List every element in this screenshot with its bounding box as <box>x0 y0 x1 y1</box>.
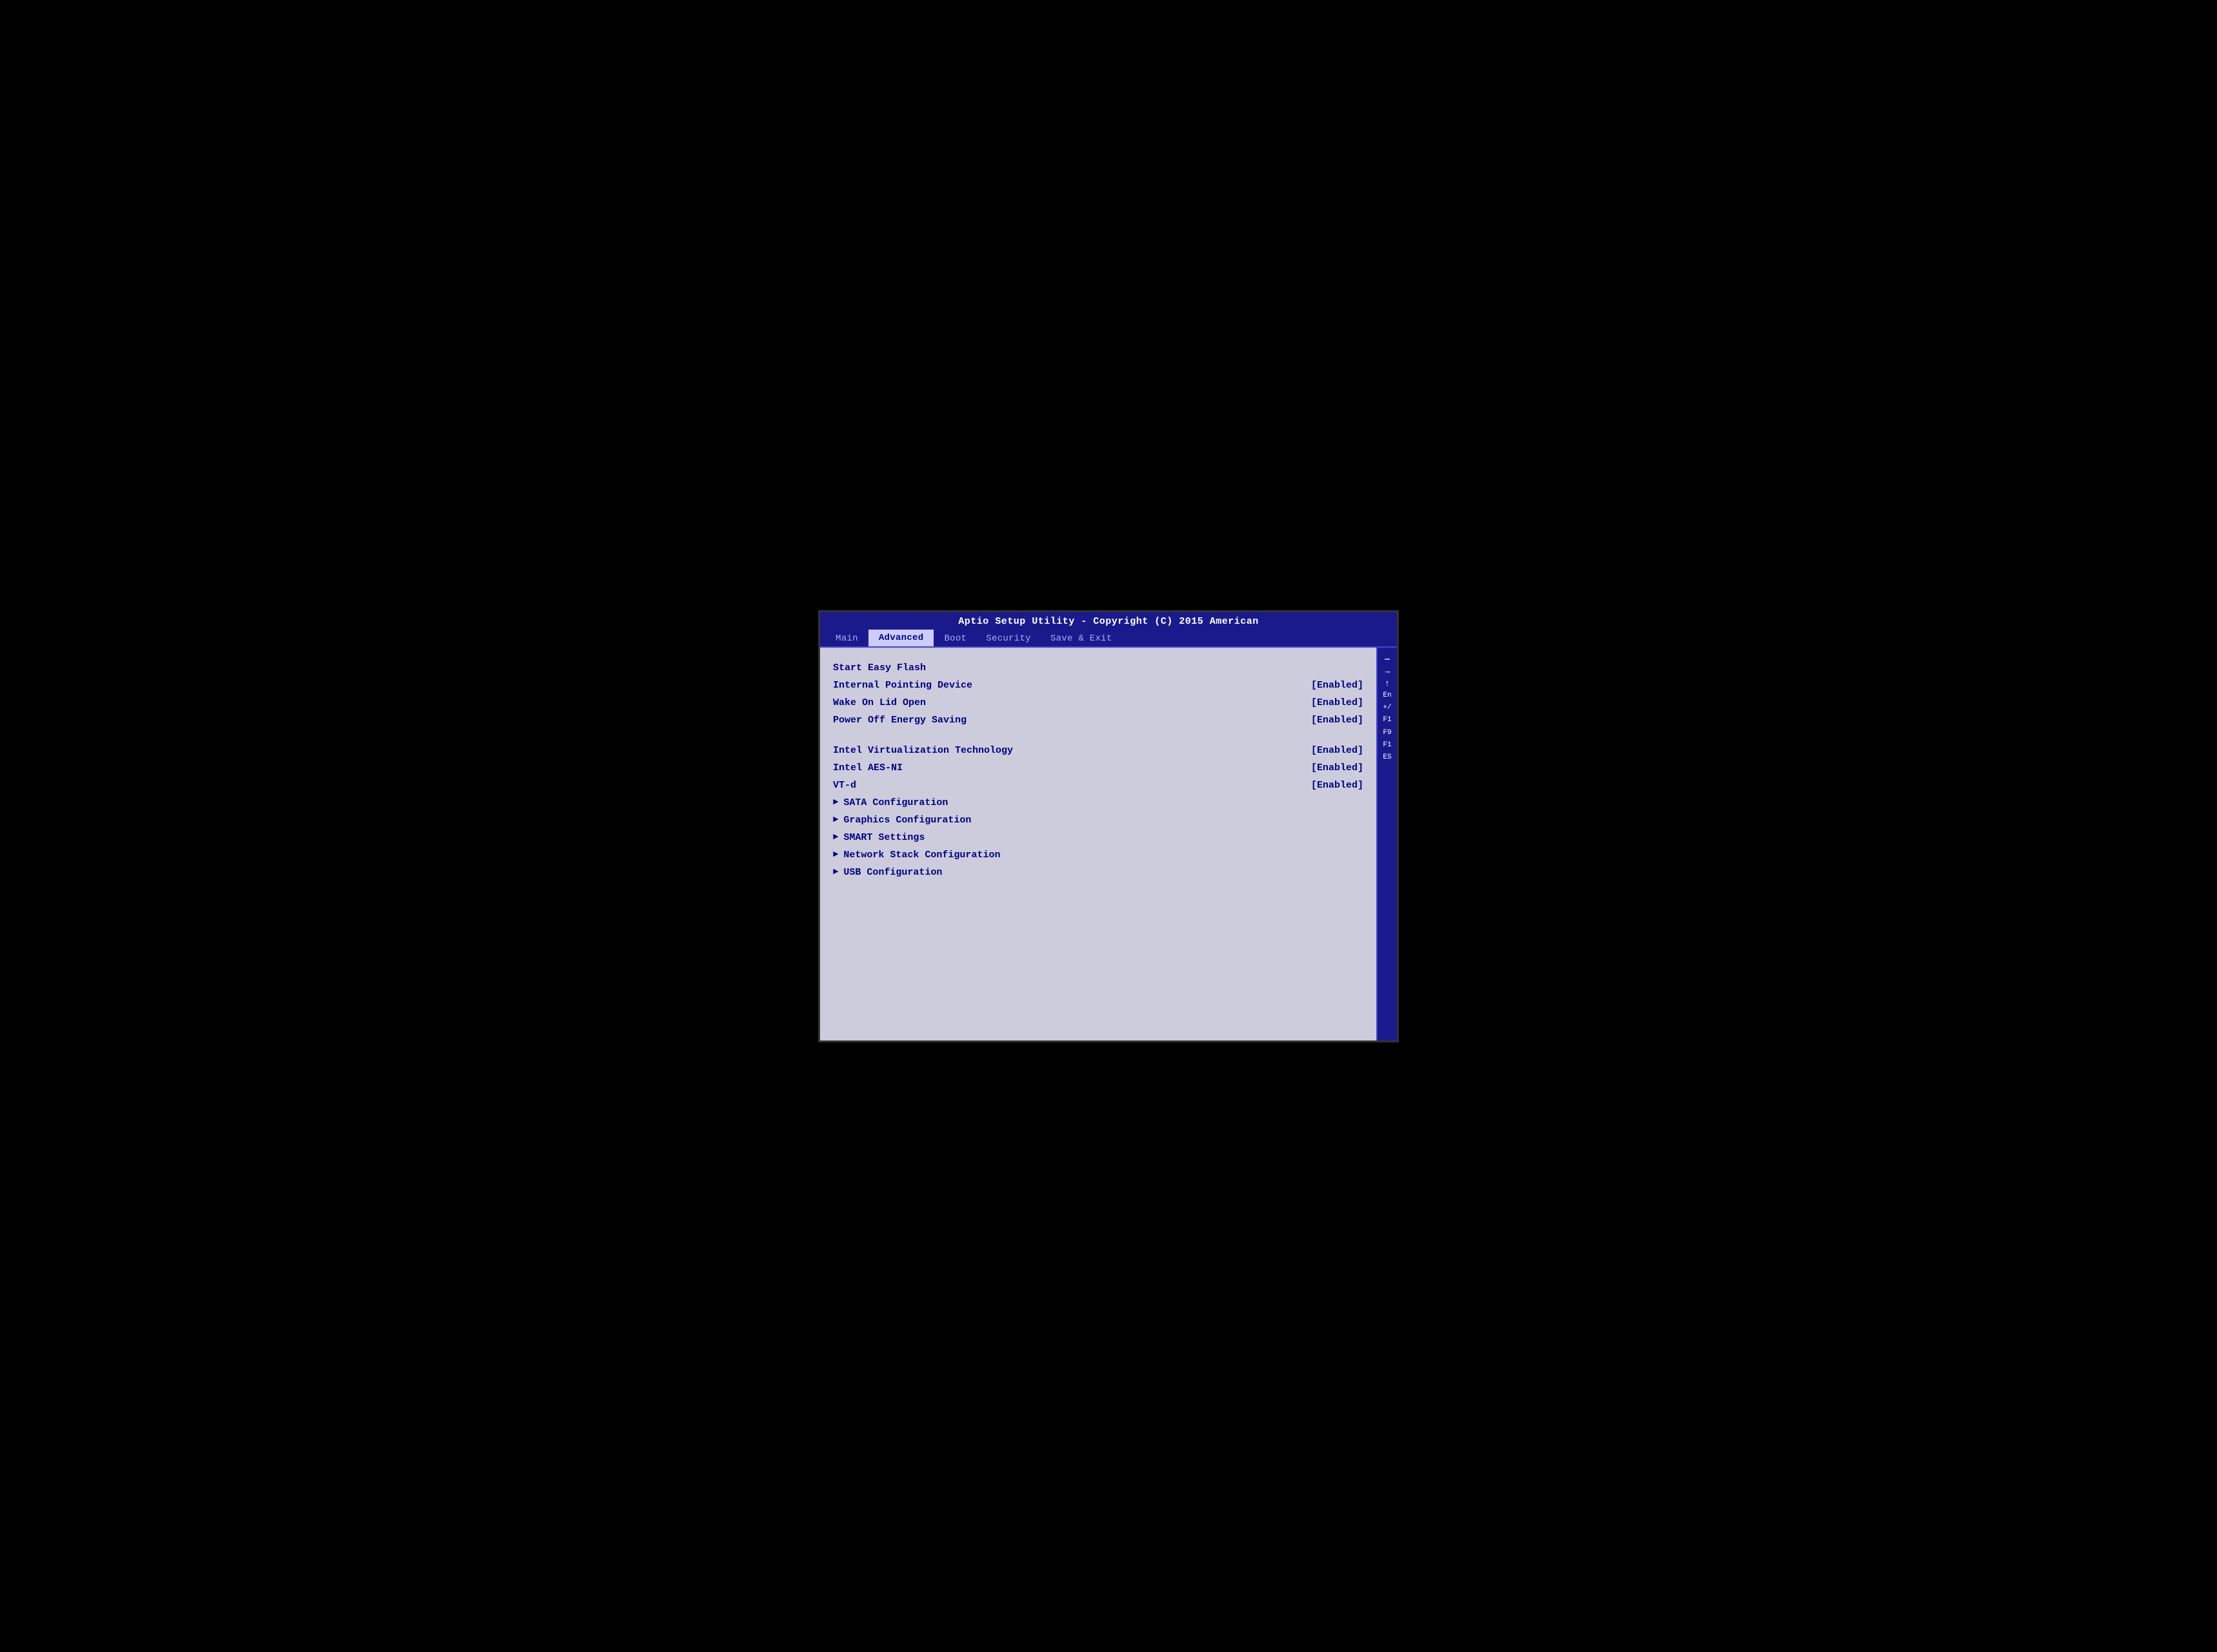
list-item[interactable]: Intel Virtualization Technology [Enabled… <box>833 742 1363 759</box>
arrow-icon: ► <box>833 867 838 877</box>
list-item[interactable]: Wake On Lid Open [Enabled] <box>833 694 1363 712</box>
arrow-icon: ► <box>833 850 838 860</box>
menu-value: [Enabled] <box>1311 780 1363 791</box>
bios-title: Aptio Setup Utility - Copyright (C) 2015… <box>820 616 1397 627</box>
list-item[interactable]: Intel AES-NI [Enabled] <box>833 759 1363 777</box>
list-item[interactable]: ► USB Configuration <box>833 864 1363 881</box>
tab-advanced[interactable]: Advanced <box>868 630 934 646</box>
arrow-icon: ► <box>833 797 838 808</box>
tab-main[interactable]: Main <box>827 631 867 646</box>
list-item[interactable]: ► SMART Settings <box>833 829 1363 846</box>
sidebar-key-f1: F1 <box>1383 715 1391 725</box>
list-item[interactable]: ► SATA Configuration <box>833 794 1363 811</box>
bios-screen: Aptio Setup Utility - Copyright (C) 2015… <box>818 610 1399 1042</box>
arrow-icon: ► <box>833 832 838 842</box>
menu-label: Internal Pointing Device <box>833 680 972 691</box>
menu-value: [Enabled] <box>1311 745 1363 756</box>
menu-label: ► SMART Settings <box>833 832 925 843</box>
list-item[interactable]: Start Easy Flash <box>833 659 1363 677</box>
menu-label: Wake On Lid Open <box>833 697 926 708</box>
header-bar: Aptio Setup Utility - Copyright (C) 2015… <box>820 612 1397 648</box>
list-item[interactable]: ► Graphics Configuration <box>833 811 1363 829</box>
sidebar-key-minus: — <box>1385 654 1390 664</box>
menu-value: [Enabled] <box>1311 697 1363 708</box>
tab-save-exit[interactable]: Save & Exit <box>1041 631 1121 646</box>
sidebar-key-arrow-up: ↑ <box>1385 679 1390 688</box>
menu-label: ► Graphics Configuration <box>833 815 971 826</box>
menu-label: Intel AES-NI <box>833 762 903 773</box>
right-sidebar: — → ↑ En +/ F1 F9 F1 ES <box>1376 648 1397 1040</box>
list-item[interactable]: ► Network Stack Configuration <box>833 846 1363 864</box>
menu-value: [Enabled] <box>1311 715 1363 726</box>
menu-label: ► USB Configuration <box>833 867 942 878</box>
menu-label: Power Off Energy Saving <box>833 715 967 726</box>
sidebar-key-enter: En <box>1383 691 1391 701</box>
menu-label: ► Network Stack Configuration <box>833 850 1000 861</box>
nav-tabs: Main Advanced Boot Security Save & Exit <box>820 630 1397 646</box>
list-item[interactable]: Power Off Energy Saving [Enabled] <box>833 712 1363 729</box>
spacer <box>833 729 1363 742</box>
sidebar-key-f9: F9 <box>1383 728 1391 738</box>
menu-label: Start Easy Flash <box>833 662 926 673</box>
sidebar-key-arrow-right: → <box>1385 666 1390 676</box>
menu-value: [Enabled] <box>1311 680 1363 691</box>
list-item[interactable]: VT-d [Enabled] <box>833 777 1363 794</box>
menu-label: Intel Virtualization Technology <box>833 745 1013 756</box>
content-area: Start Easy Flash Internal Pointing Devic… <box>820 648 1397 1040</box>
arrow-icon: ► <box>833 815 838 825</box>
sidebar-key-plusminus: +/ <box>1383 703 1391 713</box>
menu-value: [Enabled] <box>1311 762 1363 773</box>
sidebar-key-f10: F1 <box>1383 741 1391 750</box>
main-panel: Start Easy Flash Internal Pointing Devic… <box>820 648 1376 1040</box>
menu-label: ► SATA Configuration <box>833 797 948 808</box>
sidebar-key-esc: ES <box>1383 753 1391 762</box>
list-item[interactable]: Internal Pointing Device [Enabled] <box>833 677 1363 694</box>
tab-security[interactable]: Security <box>977 631 1040 646</box>
menu-label: VT-d <box>833 780 856 791</box>
tab-boot[interactable]: Boot <box>935 631 976 646</box>
